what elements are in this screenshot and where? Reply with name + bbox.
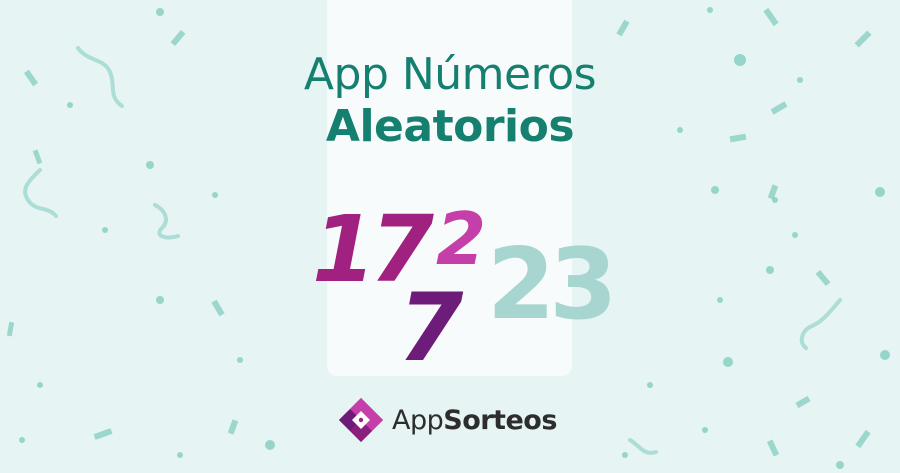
confetti-dot (647, 382, 653, 388)
confetti-dot (19, 437, 25, 443)
confetti-strip (93, 428, 113, 440)
confetti-dot (880, 350, 890, 360)
confetti-squiggle (628, 438, 658, 455)
confetti-dot (717, 297, 723, 303)
confetti-strip (815, 269, 831, 287)
confetti-dot (766, 266, 774, 274)
title-line-1: App Números (303, 49, 597, 100)
confetti-squiggle (799, 298, 842, 350)
confetti-dot (836, 461, 844, 469)
brand-name-sorteos: Sorteos (443, 404, 557, 436)
confetti-strip (170, 29, 186, 47)
random-number-7: 7 (398, 274, 464, 383)
confetti-dot (156, 296, 164, 304)
brand-name-app: App (392, 404, 444, 436)
brand-name: AppSorteos (392, 405, 557, 436)
confetti-strip (6, 321, 15, 337)
random-number-2: 2 (436, 197, 487, 281)
confetti-dot (156, 8, 164, 16)
random-number-23: 23 (487, 228, 617, 342)
confetti-dot (146, 161, 154, 169)
confetti-squiggle (153, 203, 180, 240)
confetti-strip (855, 429, 871, 449)
confetti-strip (763, 7, 779, 27)
confetti-dot (237, 357, 243, 363)
confetti-strip (227, 419, 239, 435)
confetti-dot (711, 186, 719, 194)
confetti-dot (723, 357, 733, 367)
confetti-strip (766, 439, 780, 457)
confetti-squiggle (23, 168, 58, 218)
confetti-dot (875, 187, 885, 197)
confetti-dot (212, 192, 218, 198)
confetti-dot (707, 7, 713, 13)
confetti-dot (792, 232, 798, 238)
confetti-dot (102, 227, 108, 233)
confetti-strip (211, 299, 225, 317)
confetti-strip (616, 19, 630, 37)
confetti-strip (795, 395, 811, 409)
confetti-dot (702, 427, 708, 433)
confetti-strip (767, 184, 779, 200)
brand-logo: AppSorteos (336, 396, 557, 444)
confetti-dot (265, 440, 275, 450)
confetti-dot (622, 452, 628, 458)
confetti-dot (177, 452, 183, 458)
title-line-2: Aleatorios (325, 101, 575, 152)
confetti-strip (854, 30, 872, 48)
confetti-dot (37, 382, 43, 388)
appsorteos-logo-icon (339, 398, 383, 442)
